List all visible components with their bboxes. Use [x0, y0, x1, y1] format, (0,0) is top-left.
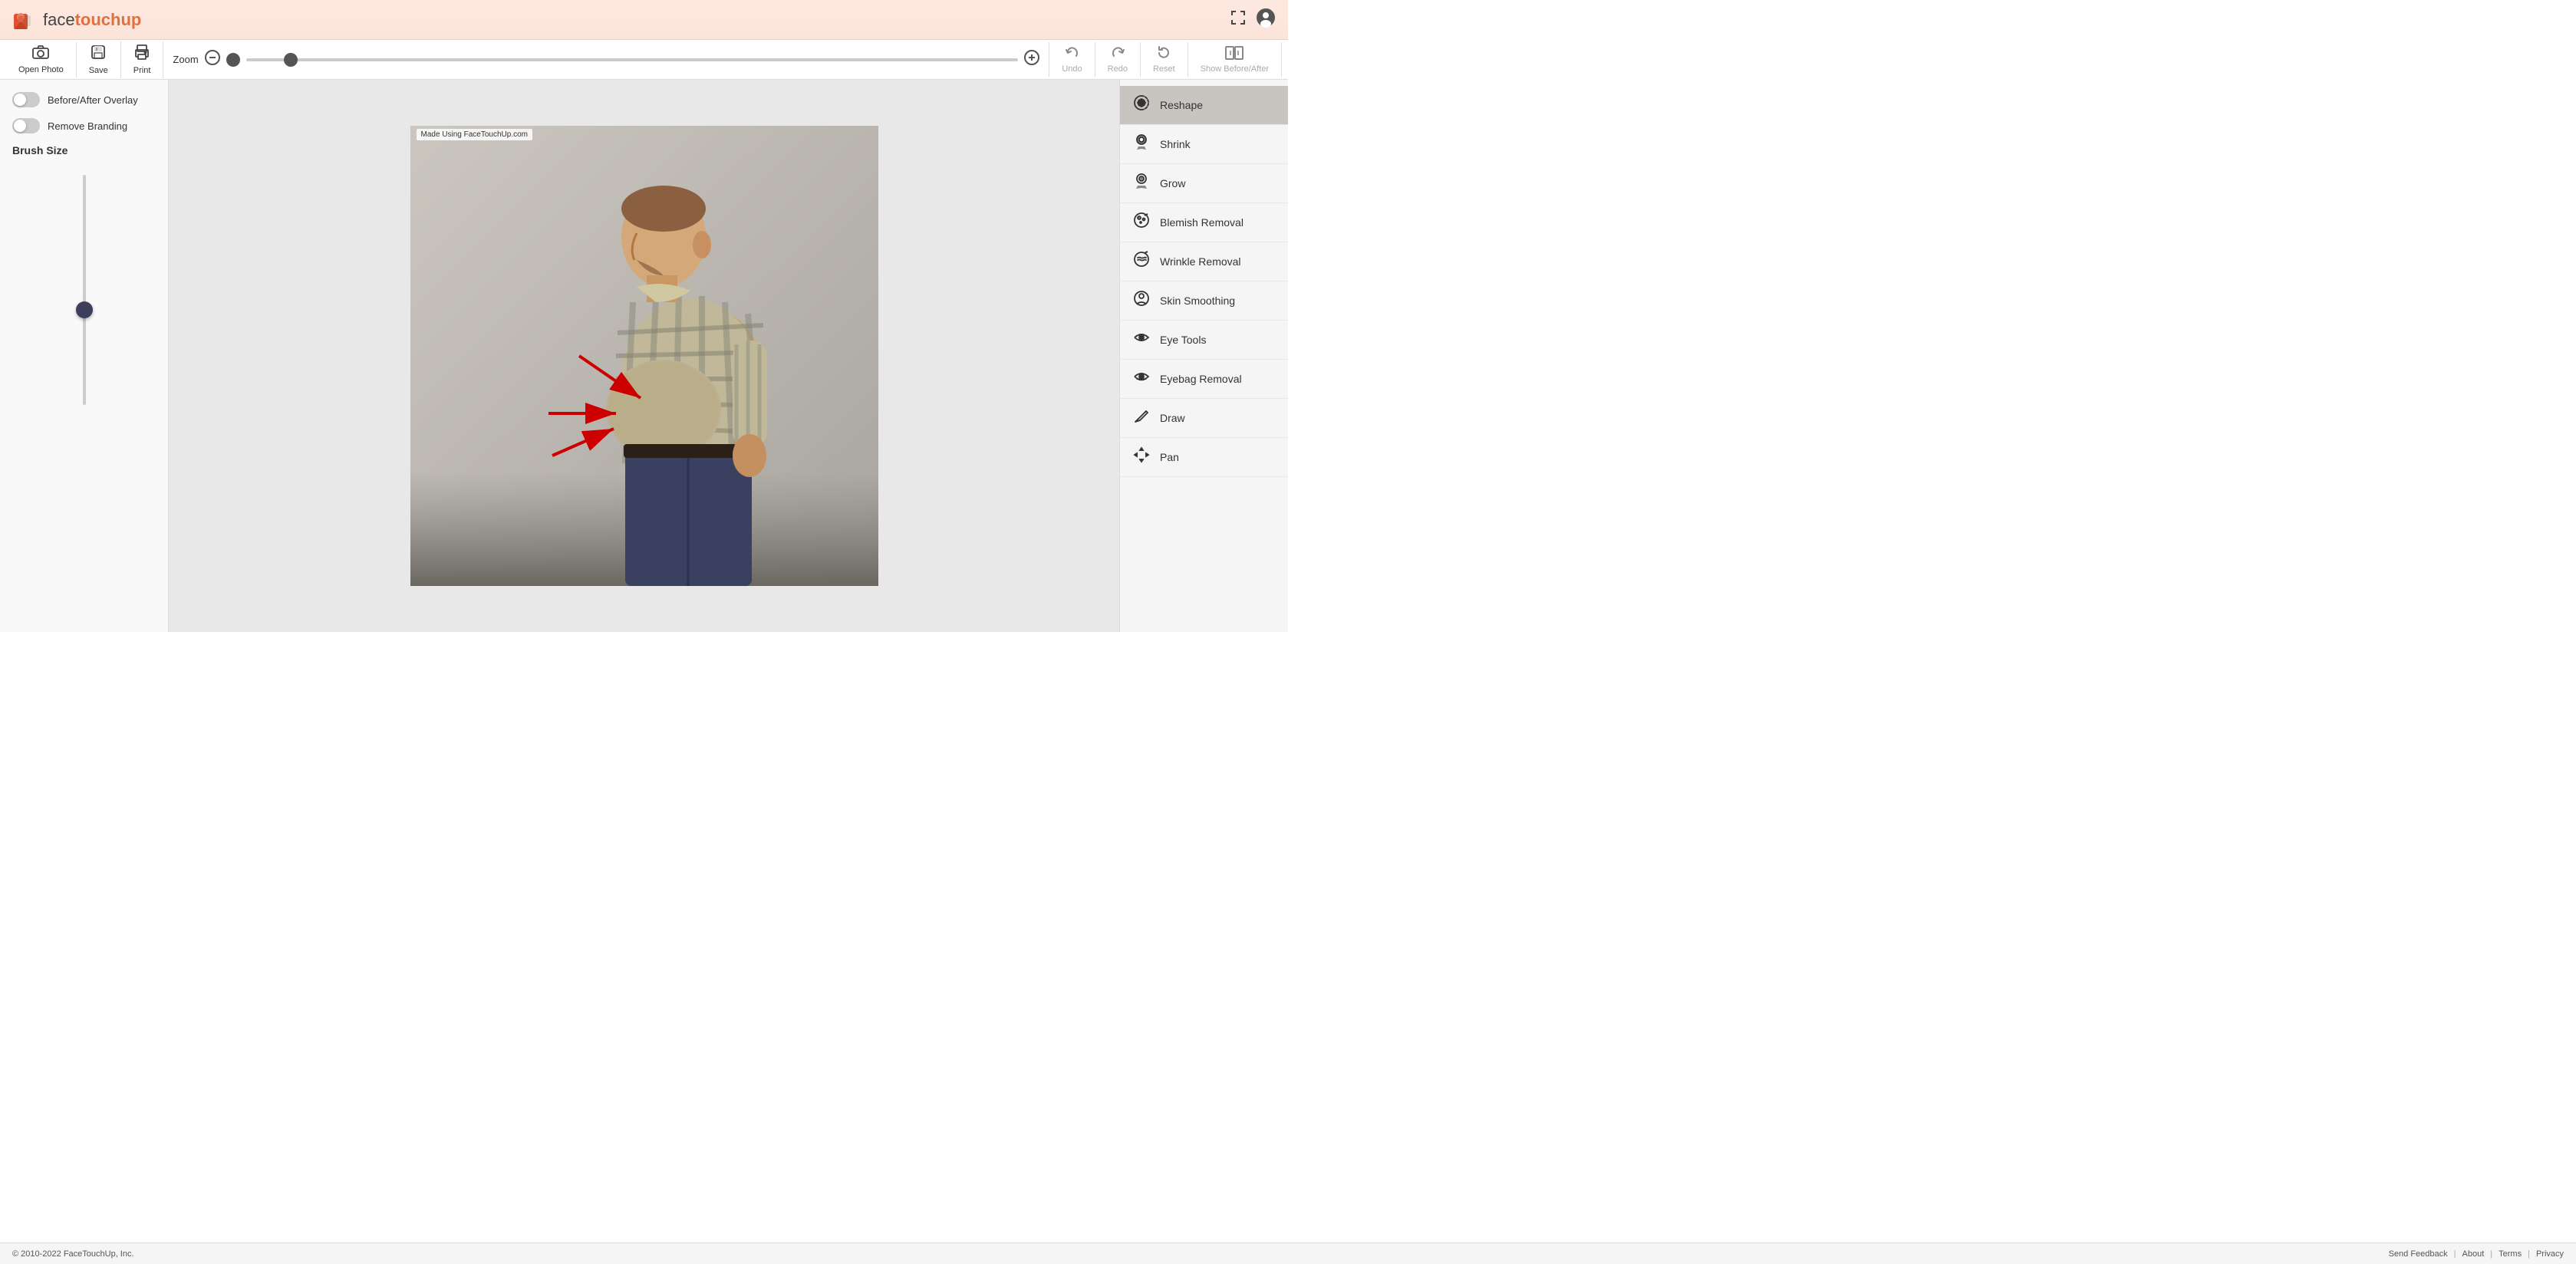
brush-size-slider-container — [12, 167, 156, 620]
redo-icon — [1110, 45, 1125, 63]
undo-icon — [1065, 45, 1080, 63]
tool-item-reshape[interactable]: Reshape — [1120, 86, 1288, 125]
tool-item-pan[interactable]: Pan — [1120, 438, 1288, 477]
tool-item-draw[interactable]: Draw — [1120, 399, 1288, 438]
reset-icon — [1156, 45, 1171, 63]
open-photo-button[interactable]: Open Photo — [6, 42, 77, 77]
skin-smoothing-icon — [1131, 289, 1152, 312]
show-before-after-button[interactable]: Show Before/After — [1188, 42, 1282, 77]
logo: facetouchup — [12, 8, 141, 32]
save-button[interactable]: Save — [77, 41, 121, 78]
pan-icon — [1131, 446, 1152, 469]
logo-icon — [12, 8, 37, 32]
right-panel: Reshape Shrink Grow — [1119, 80, 1288, 632]
brush-size-thumb[interactable] — [76, 301, 93, 318]
header-actions — [1230, 8, 1276, 32]
grow-label: Grow — [1160, 177, 1185, 189]
tool-item-eyebag-removal[interactable]: Eyebag Removal — [1120, 360, 1288, 399]
remove-branding-toggle[interactable] — [12, 118, 40, 133]
fullscreen-button[interactable] — [1230, 9, 1247, 31]
tool-item-eye-tools[interactable]: Eye Tools — [1120, 321, 1288, 360]
blemish-removal-label: Blemish Removal — [1160, 216, 1244, 229]
tool-item-skin-smoothing[interactable]: Skin Smoothing — [1120, 281, 1288, 321]
brush-size-track — [83, 175, 86, 405]
footer-links: Send Feedback | About | Terms | Privacy — [2389, 1249, 2564, 1259]
eyebag-removal-icon — [1131, 367, 1152, 390]
reset-button[interactable]: Reset — [1141, 42, 1188, 77]
wrinkle-removal-label: Wrinkle Removal — [1160, 255, 1241, 268]
draw-icon — [1131, 407, 1152, 430]
shrink-label: Shrink — [1160, 138, 1191, 150]
zoom-out-button[interactable] — [205, 50, 220, 69]
tool-item-wrinkle-removal[interactable]: Wrinkle Removal — [1120, 242, 1288, 281]
blemish-removal-icon — [1131, 211, 1152, 234]
shrink-icon — [1131, 133, 1152, 156]
redo-button[interactable]: Redo — [1095, 42, 1141, 77]
photo-container: Made Using FaceTouchUp.com — [410, 126, 878, 586]
grow-icon — [1131, 172, 1152, 195]
print-icon — [134, 44, 150, 64]
send-feedback-link[interactable]: Send Feedback — [2389, 1249, 2448, 1259]
print-button[interactable]: Print — [121, 41, 164, 78]
logo-text: facetouchup — [43, 10, 141, 30]
draw-label: Draw — [1160, 412, 1185, 424]
save-icon — [91, 44, 106, 64]
photo-canvas — [410, 126, 878, 586]
privacy-link[interactable]: Privacy — [2536, 1249, 2564, 1259]
footer: © 2010-2022 FaceTouchUp, Inc. Send Feedb… — [0, 1243, 2576, 1264]
reshape-icon — [1131, 94, 1152, 117]
remove-branding-toggle-row: Remove Branding — [12, 118, 156, 133]
camera-icon — [32, 45, 49, 64]
tool-item-shrink[interactable]: Shrink — [1120, 125, 1288, 164]
toolbar: Open Photo Save Print Zoom — [0, 40, 1288, 80]
eye-tools-icon — [1131, 328, 1152, 351]
main-content: Before/After Overlay Remove Branding Bru… — [0, 80, 1288, 632]
undo-button[interactable]: Undo — [1049, 42, 1095, 77]
pan-label: Pan — [1160, 451, 1179, 463]
wrinkle-removal-icon — [1131, 250, 1152, 273]
eye-tools-label: Eye Tools — [1160, 334, 1206, 346]
skin-smoothing-label: Skin Smoothing — [1160, 295, 1235, 307]
zoom-area: Zoom — [163, 50, 1049, 69]
zoom-thumb — [226, 53, 240, 67]
reshape-label: Reshape — [1160, 99, 1203, 111]
toolbar-right-actions: Undo Redo Reset — [1049, 42, 1282, 77]
zoom-in-button[interactable] — [1024, 50, 1039, 69]
eyebag-removal-label: Eyebag Removal — [1160, 373, 1242, 385]
copyright-text: © 2010-2022 FaceTouchUp, Inc. — [12, 1249, 134, 1259]
zoom-slider[interactable] — [246, 58, 1019, 61]
tool-item-blemish-removal[interactable]: Blemish Removal — [1120, 203, 1288, 242]
watermark: Made Using FaceTouchUp.com — [417, 129, 533, 140]
account-button[interactable] — [1256, 8, 1276, 32]
header: facetouchup — [0, 0, 1288, 40]
tool-item-grow[interactable]: Grow — [1120, 164, 1288, 203]
left-panel: Before/After Overlay Remove Branding Bru… — [0, 80, 169, 632]
about-link[interactable]: About — [2462, 1249, 2485, 1259]
before-after-overlay-toggle[interactable] — [12, 92, 40, 107]
before-after-icon — [1225, 45, 1244, 63]
terms-link[interactable]: Terms — [2499, 1249, 2522, 1259]
before-after-overlay-toggle-row: Before/After Overlay — [12, 92, 156, 107]
canvas-area[interactable]: Made Using FaceTouchUp.com — [169, 80, 1119, 632]
